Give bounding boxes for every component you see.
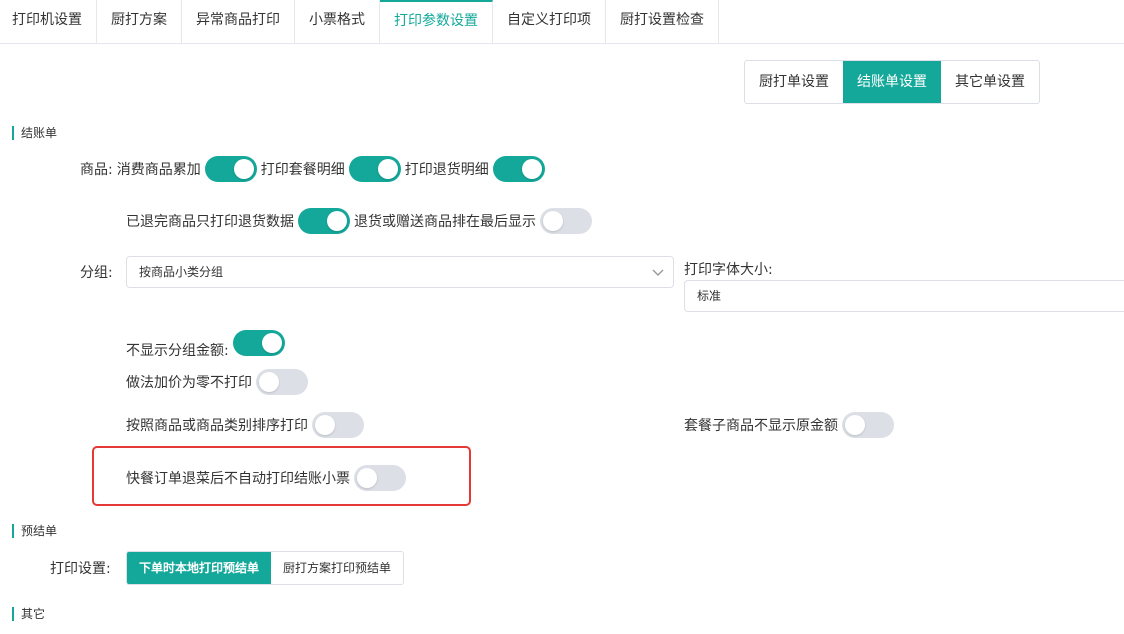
group-label: 分组: [80,265,113,281]
prebill-print-mode-group: 下单时本地打印预结单 厨打方案打印预结单 [126,551,405,585]
tab-abnormal-goods-print[interactable]: 异常商品打印 [182,0,295,43]
hide-group-amount-row: 不显示分组金额: [126,326,289,360]
combo-child-label: 套餐子商品不显示原金额 [684,418,838,434]
tab-kitchen-plan[interactable]: 厨打方案 [97,0,182,43]
checkout-receipt-settings-button[interactable]: 结账单设置 [843,61,941,103]
font-size-label-row: 打印字体大小: [684,259,773,279]
toggle-knob [315,415,335,435]
kitchen-receipt-settings-button[interactable]: 厨打单设置 [745,61,843,103]
toggle-knob [377,159,398,179]
accumulate-label: 消费商品累加 [116,162,201,178]
fast-food-row: 快餐订单退菜后不自动打印结账小票 [126,465,410,491]
other-receipt-settings-button[interactable]: 其它单设置 [941,61,1039,103]
goods-options-row: 商品: 消费商品累加 打印套餐明细 打印退货明细 [80,156,549,182]
hide-group-amount-label: 不显示分组金额: [126,343,229,359]
fast-food-toggle[interactable] [354,465,406,491]
hide-group-amount-toggle[interactable] [232,330,285,356]
tab-kitchen-settings-check[interactable]: 厨打设置检查 [606,0,719,43]
goods-return-options-row: 已退完商品只打印退货数据 退货或赠送商品排在最后显示 [126,208,596,234]
toggle-knob [327,211,347,231]
font-size-label: 打印字体大小: [684,262,773,278]
return-last-toggle[interactable] [540,208,592,234]
section-title-checkout: 结账单 [12,126,57,140]
toggle-knob [521,159,542,179]
chevron-down-icon [652,269,664,276]
return-detail-label: 打印退货明细 [404,162,489,178]
font-size-value: 标准 [697,289,722,303]
goods-label: 商品: [80,162,113,178]
sort-by-category-row: 按照商品或商品类别排序打印 [126,412,368,438]
prebill-label-row: 打印设置: [50,558,111,578]
return-last-label: 退货或赠送商品排在最后显示 [354,214,536,230]
kitchen-prebill-button[interactable]: 厨打方案打印预结单 [271,552,403,584]
receipt-type-switcher: 厨打单设置 结账单设置 其它单设置 [744,60,1040,104]
zero-price-toggle[interactable] [256,369,308,395]
returned-only-label: 已退完商品只打印退货数据 [126,214,294,230]
tab-print-params[interactable]: 打印参数设置 [380,0,493,43]
sort-by-category-toggle[interactable] [312,412,364,438]
section-title-prebill: 预结单 [12,524,57,538]
sort-by-category-label: 按照商品或商品类别排序打印 [126,418,308,434]
combo-detail-label: 打印套餐明细 [260,162,345,178]
combo-child-toggle[interactable] [842,412,894,438]
toggle-knob [233,159,254,179]
toggle-knob [845,415,865,435]
tab-custom-print-items[interactable]: 自定义打印项 [493,0,606,43]
toggle-knob [261,333,282,353]
section-title-other: 其它 [12,607,45,621]
toggle-knob [259,372,279,392]
zero-price-row: 做法加价为零不打印 [126,369,312,395]
return-detail-toggle[interactable] [492,156,545,182]
prebill-print-label: 打印设置: [50,561,111,577]
combo-detail-toggle[interactable] [348,156,401,182]
zero-price-label: 做法加价为零不打印 [126,375,252,391]
tab-printer-settings[interactable]: 打印机设置 [0,0,97,43]
returned-only-toggle[interactable] [298,208,350,234]
group-label-row: 分组: [80,262,113,282]
fast-food-label: 快餐订单退菜后不自动打印结账小票 [126,471,350,487]
font-size-select[interactable]: 标准 [684,280,1124,312]
toggle-knob [357,468,377,488]
toggle-knob [543,211,563,231]
combo-child-row: 套餐子商品不显示原金额 [684,412,898,438]
group-select[interactable]: 按商品小类分组 [126,256,674,288]
group-select-value: 按商品小类分组 [139,265,224,279]
accumulate-toggle[interactable] [204,156,257,182]
local-prebill-button[interactable]: 下单时本地打印预结单 [127,552,272,584]
tab-receipt-format[interactable]: 小票格式 [295,0,380,43]
top-tab-bar: 打印机设置 厨打方案 异常商品打印 小票格式 打印参数设置 自定义打印项 厨打设… [0,0,1124,44]
